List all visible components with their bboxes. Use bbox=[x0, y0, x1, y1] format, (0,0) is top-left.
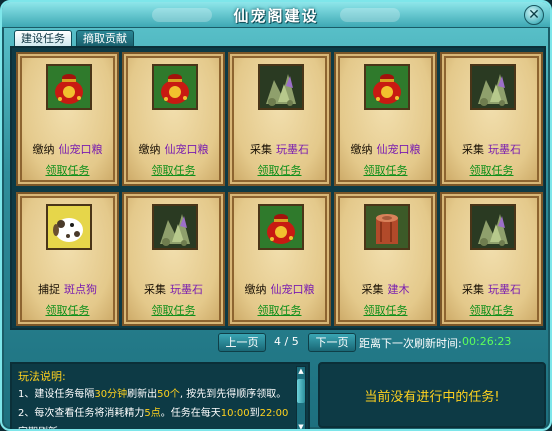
accept-task-link[interactable]: 领取任务 bbox=[336, 302, 435, 318]
task-description: 采集 玩墨石 bbox=[230, 141, 329, 157]
current-task-panel: 当前没有进行中的任务! bbox=[318, 362, 546, 428]
task-card: 缴纳 仙宠口粮 领取任务 bbox=[122, 52, 225, 186]
scroll-thumb[interactable] bbox=[297, 379, 305, 403]
close-icon: ✕ bbox=[528, 7, 540, 23]
task-action: 采集 bbox=[361, 283, 384, 296]
tab-construction-tasks[interactable]: 建设任务 bbox=[14, 30, 72, 47]
task-action: 缴纳 bbox=[244, 283, 267, 296]
rules-text: 刷新出 bbox=[127, 389, 158, 400]
spotted-dog-icon bbox=[46, 204, 92, 250]
task-action: 缴纳 bbox=[32, 143, 55, 156]
task-action: 采集 bbox=[462, 143, 484, 156]
task-target: 玩墨石 bbox=[488, 283, 521, 296]
task-action: 采集 bbox=[250, 143, 272, 156]
rules-highlight: 5点 bbox=[144, 408, 161, 419]
food-bag-icon bbox=[152, 64, 198, 110]
rules-text: 1、建设任务每隔 bbox=[18, 389, 95, 400]
task-description: 采集 建木 bbox=[336, 281, 435, 297]
task-target: 仙宠口粮 bbox=[270, 283, 315, 296]
task-card: 缴纳 仙宠口粮 领取任务 bbox=[228, 192, 331, 326]
accept-task-link[interactable]: 领取任务 bbox=[124, 302, 223, 318]
task-target: 建木 bbox=[387, 283, 410, 296]
task-action: 采集 bbox=[462, 283, 484, 296]
accept-task-link[interactable]: 领取任务 bbox=[18, 162, 117, 178]
page-indicator: 4 / 5 bbox=[274, 335, 299, 348]
task-card: 采集 玩墨石领取任务 bbox=[228, 52, 331, 186]
rules-line-2: 2、每次查看任务将消耗精力5点。任务在每天10:00到22:00 bbox=[18, 404, 288, 419]
task-action: 采集 bbox=[144, 283, 166, 296]
task-action: 捕捉 bbox=[38, 283, 60, 296]
accept-task-link[interactable]: 领取任务 bbox=[336, 162, 435, 178]
ore-crystal-icon bbox=[470, 204, 516, 250]
rules-highlight: 30分钟 bbox=[94, 389, 128, 400]
accept-task-link[interactable]: 领取任务 bbox=[230, 302, 329, 318]
window-title: 仙宠阁建设 bbox=[233, 7, 319, 25]
ore-crystal-icon bbox=[258, 64, 304, 110]
task-grid-panel: 缴纳 仙宠口粮 领取任务 缴纳 仙宠口粮 领取任务 采集 玩墨石 领取任务 缴纳 仙宠口粮 领取任务采… bbox=[10, 46, 546, 330]
scroll-down-arrow-icon[interactable]: ▼ bbox=[297, 423, 305, 429]
task-target: 玩墨石 bbox=[170, 283, 203, 296]
tab-claim-contribution[interactable]: 摘取贡献 bbox=[76, 30, 134, 47]
task-description: 采集 玩墨石 bbox=[124, 281, 223, 297]
food-bag-icon bbox=[46, 64, 92, 110]
food-bag-icon bbox=[258, 204, 304, 250]
rules-line-1: 1、建设任务每隔30分钟刷新出50个, 按先到先得顺序领取。 bbox=[18, 385, 286, 400]
pager-bar: 上一页 4 / 5 下一页 距离下一次刷新时间: 00:26:23 bbox=[2, 333, 550, 355]
tab-bar: 建设任务 摘取贡献 bbox=[14, 30, 134, 47]
task-card: 采集 玩墨石领取任务 bbox=[122, 192, 225, 326]
task-description: 缴纳 仙宠口粮 bbox=[336, 141, 435, 157]
task-target: 仙宠口粮 bbox=[58, 143, 103, 156]
task-card: 捕捉 斑点狗领取任务 bbox=[16, 192, 119, 326]
accept-task-link[interactable]: 领取任务 bbox=[442, 302, 541, 318]
accept-task-link[interactable]: 领取任务 bbox=[442, 162, 541, 178]
task-card: 缴纳 仙宠口粮 领取任务 bbox=[16, 52, 119, 186]
task-card: 采集 建木领取任务 bbox=[334, 192, 437, 326]
task-description: 采集 玩墨石 bbox=[442, 141, 541, 157]
guild-construction-window: 仙宠阁建设 ✕ 建设任务 摘取贡献 缴纳 仙宠口粮 领取任务 缴纳 仙宠口粮 领取任务 采集… bbox=[0, 0, 552, 431]
prev-page-button[interactable]: 上一页 bbox=[218, 333, 266, 352]
task-target: 玩墨石 bbox=[276, 143, 309, 156]
next-page-button[interactable]: 下一页 bbox=[308, 333, 356, 352]
task-target: 仙宠口粮 bbox=[164, 143, 209, 156]
rules-text: , 按先到先得顺序领取。 bbox=[179, 389, 287, 400]
scroll-up-arrow-icon[interactable]: ▲ bbox=[297, 367, 305, 376]
rules-highlight: 10:00 bbox=[220, 408, 250, 419]
accept-task-link[interactable]: 领取任务 bbox=[230, 162, 329, 178]
title-bar[interactable]: 仙宠阁建设 ✕ bbox=[2, 2, 550, 28]
task-target: 斑点狗 bbox=[64, 283, 97, 296]
task-description: 缴纳 仙宠口粮 bbox=[124, 141, 223, 157]
rules-text: 2、每次查看任务将消耗精力 bbox=[18, 408, 145, 419]
refresh-countdown-timer: 00:26:23 bbox=[462, 335, 512, 348]
accept-task-link[interactable]: 领取任务 bbox=[18, 302, 117, 318]
task-description: 捕捉 斑点狗 bbox=[18, 281, 117, 297]
rules-scrollbar[interactable]: ▲ ▼ bbox=[296, 366, 306, 429]
task-action: 缴纳 bbox=[350, 143, 373, 156]
task-description: 采集 玩墨石 bbox=[442, 281, 541, 297]
task-card: 采集 玩墨石领取任务 bbox=[440, 52, 543, 186]
close-button[interactable]: ✕ bbox=[524, 5, 544, 25]
rules-text: 到 bbox=[249, 408, 260, 419]
accept-task-link[interactable]: 领取任务 bbox=[124, 162, 223, 178]
rules-text: 。任务在每天 bbox=[160, 408, 221, 419]
refresh-countdown-label: 距离下一次刷新时间: bbox=[359, 337, 462, 350]
tree-stump-icon bbox=[364, 204, 410, 250]
task-target: 仙宠口粮 bbox=[376, 143, 421, 156]
task-description: 缴纳 仙宠口粮 bbox=[230, 281, 329, 297]
rules-highlight: 50个 bbox=[157, 389, 180, 400]
ore-crystal-icon bbox=[470, 64, 516, 110]
task-action: 缴纳 bbox=[138, 143, 161, 156]
ore-crystal-icon bbox=[152, 204, 198, 250]
rules-line-3: 定期刷新 bbox=[18, 423, 58, 429]
rules-highlight: 22:00 bbox=[259, 408, 289, 419]
food-bag-icon bbox=[364, 64, 410, 110]
task-target: 玩墨石 bbox=[488, 143, 521, 156]
task-card: 采集 玩墨石领取任务 bbox=[440, 192, 543, 326]
rules-panel[interactable]: 玩法说明: 1、建设任务每隔30分钟刷新出50个, 按先到先得顺序领取。 2、每… bbox=[10, 362, 310, 429]
task-description: 缴纳 仙宠口粮 bbox=[18, 141, 117, 157]
no-active-task-message: 当前没有进行中的任务! bbox=[364, 390, 500, 405]
task-card: 缴纳 仙宠口粮 领取任务 bbox=[334, 52, 437, 186]
rules-title: 玩法说明: bbox=[18, 370, 66, 383]
